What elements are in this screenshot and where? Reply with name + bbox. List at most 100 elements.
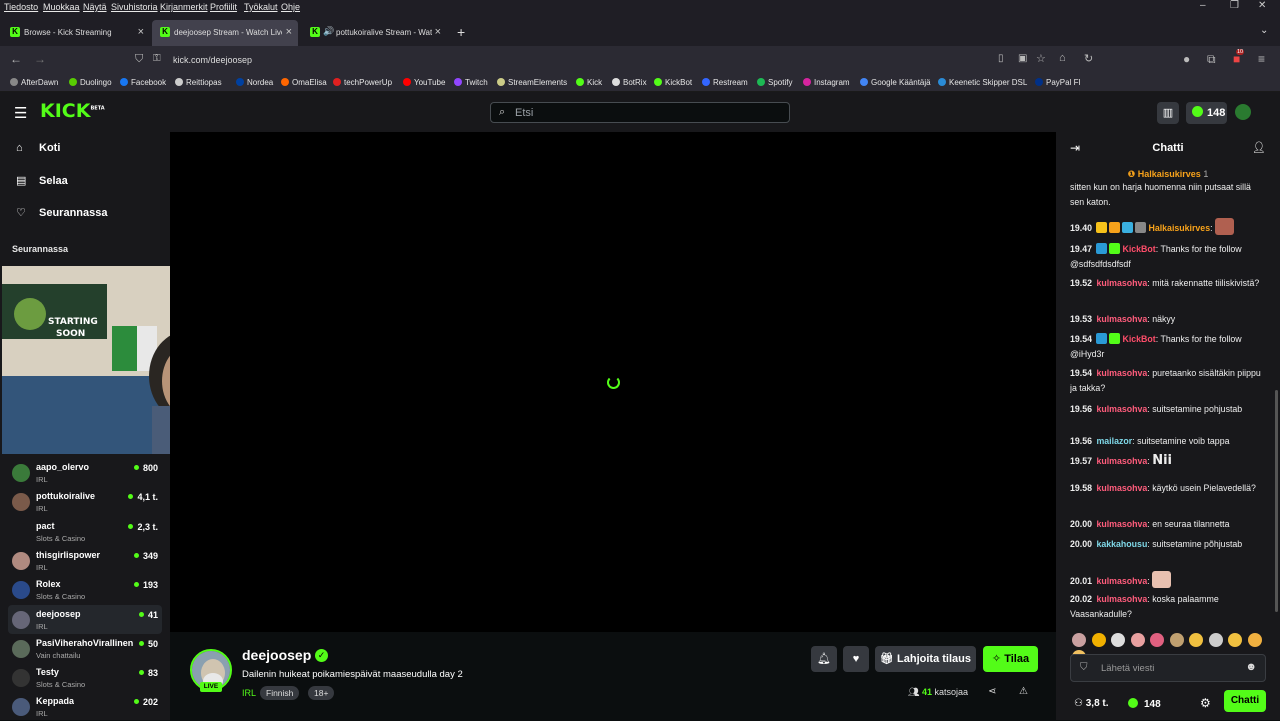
gift-sub-button[interactable]: 🎁︎ Lahjoita tilaus <box>875 646 976 672</box>
chat-username[interactable]: kulmasohva <box>1096 519 1147 529</box>
tab-browse[interactable]: K Browse - Kick Streaming × <box>2 20 150 46</box>
chat-username[interactable]: mailazor <box>1096 436 1132 446</box>
sidebar-channel[interactable]: Rolex Slots & Casino 193 <box>8 575 162 604</box>
chat-settings-icon[interactable]: ⚙ <box>1200 696 1211 710</box>
menu-tools[interactable]: Työkalut <box>244 2 278 12</box>
kick-logo[interactable]: KICKBETA <box>40 100 105 122</box>
emoji-picker-icon[interactable]: ☻ <box>1245 661 1257 673</box>
tab-list-icon[interactable]: ⌄ <box>1260 25 1268 36</box>
menu-view[interactable]: Näytä <box>83 2 107 12</box>
bookmark-item[interactable]: AfterDawn <box>10 78 58 87</box>
app-menu-icon[interactable]: ≡ <box>1258 52 1265 66</box>
bookmark-item[interactable]: Reittiopas <box>175 78 222 87</box>
bookmark-item[interactable]: Nordea <box>236 78 273 87</box>
close-tab-icon[interactable]: × <box>138 26 144 38</box>
chat-username[interactable]: kulmasohva <box>1096 404 1147 414</box>
new-tab-icon[interactable]: + <box>457 24 465 40</box>
bookmark-item[interactable]: Twitch <box>454 78 488 87</box>
sidebar-item-home[interactable]: ⌂ Koti <box>16 142 60 154</box>
chat-username[interactable]: kulmasohva <box>1096 368 1147 378</box>
quick-emote-icon[interactable] <box>1091 633 1106 647</box>
url-text[interactable]: kick.com/deejoosep <box>173 55 252 65</box>
chat-message-input[interactable]: ⛉ Lähetä viesti ☻ <box>1070 654 1266 682</box>
chat-username[interactable]: kulmasohva <box>1096 594 1147 604</box>
chat-username[interactable]: kulmasohva <box>1096 576 1147 586</box>
sidebar-channel[interactable]: pact Slots & Casino 2,3 t. <box>8 517 162 546</box>
chat-username[interactable]: kulmasohva <box>1096 314 1147 324</box>
menu-bookmarks[interactable]: Kirjanmerkit <box>160 2 208 12</box>
home-button-icon[interactable]: ⌂ <box>1059 52 1066 64</box>
bookmark-item[interactable]: Facebook <box>120 78 166 87</box>
bookmark-item[interactable]: Google Kääntäjä <box>860 78 931 87</box>
menu-edit[interactable]: Muokkaa <box>43 2 80 12</box>
site-info-icon[interactable]: ⚿ <box>153 53 161 64</box>
send-chat-button[interactable]: Chatti <box>1224 690 1266 712</box>
quick-emote-icon[interactable] <box>1150 633 1164 647</box>
streamer-name[interactable]: deejoosep <box>242 647 311 663</box>
quick-emote-icon[interactable] <box>1169 633 1184 647</box>
bookmark-star-icon[interactable]: ☆ <box>1036 52 1046 65</box>
bookmark-item[interactable]: Kick <box>576 78 602 87</box>
url-bar[interactable]: ⛉ ⚿ kick.com/deejoosep ▯ ▣ ☆ ⌂ ↻ <box>130 49 1110 71</box>
menu-file[interactable]: Tiedosto <box>4 2 38 12</box>
menu-history[interactable]: Sivuhistoria <box>111 2 158 12</box>
quick-emote-icon[interactable] <box>1111 633 1125 647</box>
restore-icon[interactable]: ❐ <box>1230 0 1239 11</box>
menu-help[interactable]: Ohje <box>281 2 300 12</box>
sidebar-channel[interactable]: Testy Slots & Casino 83 <box>8 663 162 692</box>
sidebar-channel[interactable]: Keppada IRL 202 <box>8 692 162 721</box>
tag-finnish[interactable]: Finnish <box>260 686 300 700</box>
reader-view-icon[interactable]: ▯ <box>998 53 1004 64</box>
bookmark-item[interactable]: Spotify <box>757 78 792 87</box>
chat-users-icon[interactable]: 👤︎ <box>1252 141 1266 154</box>
quick-emote-icon[interactable] <box>1247 633 1262 647</box>
close-tab-icon[interactable]: × <box>435 26 441 38</box>
sidebar-channel[interactable]: pottukoiralive IRL 4,1 t. <box>8 487 162 516</box>
chat-username[interactable]: KickBot <box>1122 244 1155 254</box>
user-avatar[interactable] <box>1235 104 1251 120</box>
bookmark-item[interactable]: Keenetic Skipper DSL <box>938 78 1027 87</box>
quick-emote-icon[interactable] <box>1189 633 1203 647</box>
chat-username[interactable]: kulmasohva <box>1096 456 1147 466</box>
shield-icon[interactable]: ⛉ <box>135 53 143 66</box>
quick-emote-icon[interactable] <box>1130 633 1145 647</box>
bookmark-item[interactable]: BotRix <box>612 78 647 87</box>
close-window-icon[interactable]: ✕ <box>1258 0 1266 11</box>
chat-scrollbar[interactable] <box>1275 390 1278 612</box>
back-icon[interactable]: ← <box>10 52 22 66</box>
speaker-icon[interactable]: 🔊 <box>323 26 334 37</box>
sidebar-item-browse[interactable]: ▤ Selaa <box>16 174 68 187</box>
followers-count[interactable]: ⚇ 3,8 t. <box>1074 698 1109 709</box>
extensions-icon[interactable]: ⧉ <box>1207 52 1216 67</box>
chat-username[interactable]: KickBot <box>1122 334 1155 344</box>
sidebar-channel[interactable]: thisgirlispower IRL 349 <box>8 546 162 575</box>
menu-profiles[interactable]: Profiilit <box>210 2 237 12</box>
chat-username[interactable]: kulmasohva <box>1096 278 1147 288</box>
chat-username[interactable]: kulmasohva <box>1096 483 1147 493</box>
quick-emote-icon[interactable] <box>1208 633 1223 647</box>
channel-points[interactable]: 148 <box>1128 698 1161 710</box>
bookmark-item[interactable]: techPowerUp <box>333 78 392 87</box>
close-tab-icon[interactable]: × <box>286 26 292 38</box>
search-input[interactable]: ⌕ Etsi <box>490 102 790 123</box>
bookmark-item[interactable]: Duolingo <box>69 78 112 87</box>
sidebar-channel[interactable]: aapo_olervo IRL 800 <box>8 458 162 487</box>
reload-icon[interactable]: ↻ <box>1084 52 1093 65</box>
bookmark-item[interactable]: YouTube <box>403 78 445 87</box>
bookmark-item[interactable]: KickBot <box>654 78 692 87</box>
follow-button[interactable]: ♥ <box>843 646 869 672</box>
creator-dashboard-icon[interactable]: ▥ <box>1157 102 1179 124</box>
header-points-button[interactable]: 148 <box>1186 102 1227 124</box>
minimize-icon[interactable]: – <box>1200 0 1206 11</box>
account-icon[interactable]: ● <box>1183 52 1190 66</box>
notification-bell-button[interactable]: 🔔︎ <box>811 646 837 672</box>
bookmark-item[interactable]: Restream <box>702 78 748 87</box>
video-player[interactable] <box>170 132 1056 632</box>
bookmark-item[interactable]: Instagram <box>803 78 850 87</box>
hamburger-menu-icon[interactable]: ☰ <box>14 104 27 122</box>
chat-username[interactable]: kakkahousu <box>1096 539 1147 549</box>
sidebar-channel[interactable]: deejoosep IRL 41 <box>8 604 162 634</box>
quick-emote-icon[interactable] <box>1228 633 1242 647</box>
bookmark-item[interactable]: OmaElisa <box>281 78 327 87</box>
sidebar-item-following[interactable]: ♡ Seurannassa <box>16 206 107 219</box>
